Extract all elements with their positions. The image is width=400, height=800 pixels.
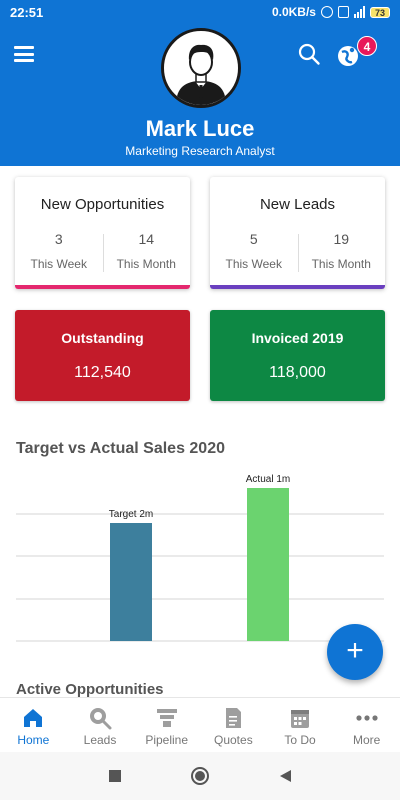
search-icon[interactable]	[297, 42, 321, 66]
nav-label: Home	[17, 733, 50, 747]
stat-label: This Week	[30, 257, 87, 271]
nav-quotes[interactable]: Quotes	[200, 698, 267, 752]
outstanding-value: 112,540	[74, 364, 131, 381]
chart-title: Target vs Actual Sales 2020	[16, 440, 225, 457]
nav-label: To Do	[284, 733, 316, 747]
avatar[interactable]	[161, 28, 241, 108]
user-name: Mark Luce	[145, 116, 255, 141]
outstanding-title: Outstanding	[61, 330, 144, 346]
invoiced-title: Invoiced 2019	[251, 330, 344, 346]
home-icon	[24, 709, 43, 727]
outstanding-card[interactable]: Outstanding 112,540	[15, 310, 190, 401]
stat-value: 5	[249, 231, 258, 247]
card-title: New Opportunities	[40, 196, 165, 213]
stat-value: 14	[138, 231, 155, 247]
leads-icon	[90, 708, 112, 730]
bar-data-label: Target 2m	[109, 509, 153, 520]
alarm-icon	[320, 6, 333, 18]
bottom-nav: Home Leads Pipeline Quotes To Do More	[0, 697, 400, 752]
nav-label: Quotes	[214, 733, 253, 747]
new-opportunities-card[interactable]: New Opportunities 3 This Week 14 This Mo…	[15, 177, 190, 289]
battery-icon: 73	[369, 6, 390, 18]
new-leads-card[interactable]: New Leads 5 This Week 19 This Month	[210, 177, 385, 289]
this-week-stat: 5 This Week	[210, 231, 298, 271]
this-month-stat: 19 This Month	[298, 231, 386, 271]
pipeline-icon	[156, 709, 177, 727]
profile-header: 4 Mark Luce Marketing Research Analyst	[0, 24, 400, 166]
recents-icon[interactable]	[108, 769, 122, 783]
this-week-stat: 3 This Week	[15, 231, 103, 271]
nav-more[interactable]: More	[333, 698, 400, 752]
nav-label: Pipeline	[145, 733, 189, 747]
nav-leads[interactable]: Leads	[67, 698, 134, 752]
network-speed: 0.0KB/s	[271, 5, 316, 19]
nav-label: More	[353, 733, 381, 747]
stat-value: 3	[54, 231, 63, 247]
notification-badge: 4	[357, 36, 377, 56]
stat-label: This Week	[225, 257, 282, 271]
card-title: New Leads	[259, 196, 336, 213]
invoiced-card[interactable]: Invoiced 2019 118,000	[210, 310, 385, 401]
user-avatar-icon	[176, 44, 226, 105]
stat-label: This Month	[311, 257, 371, 271]
sales-bar-chart: Target 2m Actual 1m	[16, 474, 384, 642]
status-bar: 22:51 0.0KB/s 73	[0, 0, 400, 24]
nav-label: Leads	[83, 733, 117, 747]
bar-data-label: Actual 1m	[246, 474, 290, 485]
home-button-icon[interactable]	[190, 766, 210, 786]
bar-actual[interactable]	[247, 488, 289, 641]
invoiced-value: 118,000	[269, 364, 326, 381]
status-time: 22:51	[10, 4, 44, 20]
active-opportunities-title: Active Opportunities	[16, 681, 164, 698]
card-accent-bar	[210, 285, 385, 289]
user-title: Marketing Research Analyst	[125, 144, 275, 158]
vibrate-icon	[337, 6, 349, 18]
stat-value: 19	[333, 231, 350, 247]
calendar-icon	[291, 710, 310, 728]
quotes-icon	[226, 708, 242, 728]
add-button[interactable]: +	[327, 624, 383, 680]
stat-label: This Month	[116, 257, 176, 271]
this-month-stat: 14 This Month	[103, 231, 191, 271]
bar-target[interactable]	[110, 523, 152, 641]
more-icon	[356, 715, 378, 721]
card-accent-bar	[15, 285, 190, 289]
back-icon[interactable]	[278, 769, 292, 783]
nav-home[interactable]: Home	[0, 698, 67, 752]
nav-todo[interactable]: To Do	[267, 698, 334, 752]
nav-pipeline[interactable]: Pipeline	[133, 698, 200, 752]
menu-icon[interactable]	[14, 46, 34, 62]
system-nav-bar	[0, 752, 400, 800]
signal-icon	[353, 6, 365, 18]
